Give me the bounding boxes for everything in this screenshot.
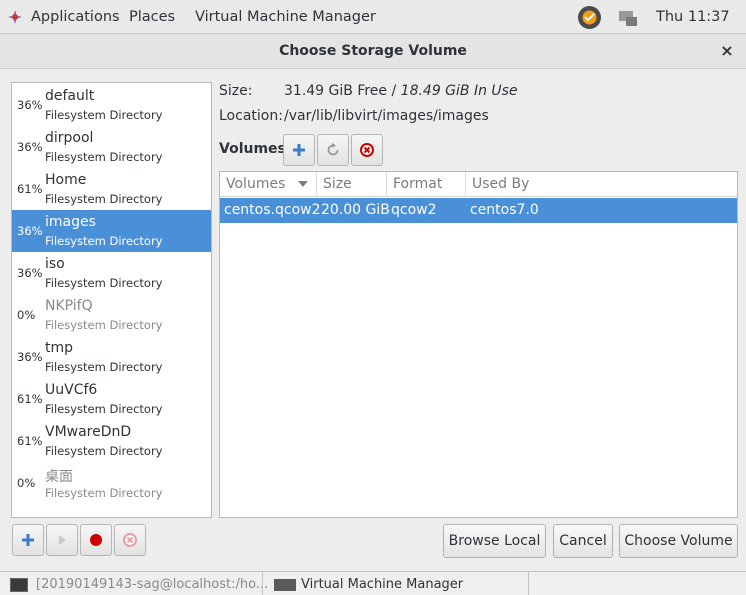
pool-usage: 36% xyxy=(17,98,43,112)
table-row[interactable]: centos.qcow2 20.00 GiB qcow2 centos7.0 xyxy=(220,198,737,223)
top-panel: Applications Places Virtual Machine Mana… xyxy=(0,0,746,34)
applications-menu[interactable]: Applications xyxy=(31,0,120,34)
volume-table[interactable]: Volumes Size Format Used By centos.qcow2… xyxy=(219,171,738,518)
pool-type: Filesystem Directory xyxy=(45,234,163,248)
places-menu[interactable]: Places xyxy=(129,0,175,34)
size-separator: / xyxy=(387,83,401,99)
size-used: 18.49 GiB In Use xyxy=(400,83,518,99)
table-header: Volumes Size Format Used By xyxy=(220,172,737,197)
pool-item-nkpifq[interactable]: 0% NKPifQ Filesystem Directory xyxy=(12,294,211,336)
taskbar-item-terminal[interactable]: [20190149143-sag@localhost:/ho... xyxy=(36,572,268,595)
column-header-used-by[interactable]: Used By xyxy=(466,172,737,197)
pool-name: iso xyxy=(45,256,65,272)
pool-type: Filesystem Directory xyxy=(45,360,163,374)
pool-type: Filesystem Directory xyxy=(45,318,163,332)
column-header-size[interactable]: Size xyxy=(317,172,387,197)
delete-icon xyxy=(360,143,374,157)
pool-name: dirpool xyxy=(45,130,94,146)
pool-name: Home xyxy=(45,172,87,188)
pool-type: Filesystem Directory xyxy=(45,486,163,500)
pool-type: Filesystem Directory xyxy=(45,192,163,206)
location-value: /var/lib/libvirt/images/images xyxy=(284,108,489,124)
clock[interactable]: Thu 11:37 xyxy=(656,0,730,34)
add-pool-button[interactable] xyxy=(12,524,44,556)
pool-item-images[interactable]: 36% images Filesystem Directory xyxy=(12,210,211,252)
choose-storage-volume-dialog: Choose Storage Volume × 36% default File… xyxy=(0,34,746,571)
pool-name: tmp xyxy=(45,340,74,356)
pool-name: UuVCf6 xyxy=(45,382,98,398)
pool-type: Filesystem Directory xyxy=(45,108,163,122)
vmm-icon xyxy=(274,579,296,591)
delete-pool-button[interactable] xyxy=(114,524,146,556)
sort-down-icon xyxy=(298,181,308,187)
pool-type: Filesystem Directory xyxy=(45,444,163,458)
stop-icon xyxy=(90,534,102,546)
location-label: Location: xyxy=(219,108,283,124)
plus-icon xyxy=(22,534,34,546)
pool-usage: 36% xyxy=(17,224,43,238)
pool-usage: 0% xyxy=(17,476,36,490)
pool-usage: 36% xyxy=(17,266,43,280)
volumes-label: Volumes xyxy=(219,141,286,157)
plus-icon xyxy=(293,144,305,156)
pool-item-desktop[interactable]: 0% 桌面 Filesystem Directory xyxy=(12,462,211,504)
pool-type: Filesystem Directory xyxy=(45,276,163,290)
size-value: 31.49 GiB Free / 18.49 GiB In Use xyxy=(284,83,518,99)
cancel-button[interactable]: Cancel xyxy=(553,524,613,558)
taskbar-separator xyxy=(262,572,263,595)
cell-volume: centos.qcow2 xyxy=(224,202,321,218)
pool-item-dirpool[interactable]: 36% dirpool Filesystem Directory xyxy=(12,126,211,168)
column-header-format[interactable]: Format xyxy=(387,172,466,197)
choose-volume-button[interactable]: Choose Volume xyxy=(619,524,738,558)
add-volume-button[interactable] xyxy=(283,134,315,166)
pool-usage: 61% xyxy=(17,392,43,406)
applications-icon[interactable] xyxy=(8,10,22,24)
dialog-titlebar: Choose Storage Volume × xyxy=(0,34,746,69)
size-free: 31.49 GiB Free xyxy=(284,83,388,99)
pool-usage: 61% xyxy=(17,434,43,448)
refresh-icon xyxy=(327,143,339,156)
dialog-title: Choose Storage Volume xyxy=(279,43,467,59)
pool-type: Filesystem Directory xyxy=(45,150,163,164)
taskbar-item-vmm[interactable]: Virtual Machine Manager xyxy=(301,572,463,595)
pool-name: 桌面 xyxy=(45,469,73,485)
pool-name: NKPifQ xyxy=(45,298,93,314)
size-label: Size: xyxy=(219,83,253,99)
pool-type: Filesystem Directory xyxy=(45,402,163,416)
play-icon xyxy=(59,535,66,545)
pool-usage: 36% xyxy=(17,140,43,154)
network-icon[interactable] xyxy=(617,7,639,29)
stop-pool-button[interactable] xyxy=(80,524,112,556)
taskbar-separator xyxy=(528,572,529,595)
pool-name: default xyxy=(45,88,95,104)
updates-icon[interactable] xyxy=(578,6,601,29)
delete-volume-button[interactable] xyxy=(351,134,383,166)
terminal-icon xyxy=(10,578,28,592)
refresh-volumes-button[interactable] xyxy=(317,134,349,166)
pool-item-iso[interactable]: 36% iso Filesystem Directory xyxy=(12,252,211,294)
pool-usage: 61% xyxy=(17,182,43,196)
cell-size: 20.00 GiB xyxy=(321,202,390,218)
close-icon[interactable]: × xyxy=(718,42,736,60)
pool-item-vmwarednd[interactable]: 61% VMwareDnD Filesystem Directory xyxy=(12,420,211,462)
start-pool-button[interactable] xyxy=(46,524,78,556)
pool-item-uuvcf6[interactable]: 61% UuVCf6 Filesystem Directory xyxy=(12,378,211,420)
pool-item-default[interactable]: 36% default Filesystem Directory xyxy=(12,84,211,126)
column-header-volumes[interactable]: Volumes xyxy=(220,172,317,197)
pool-name: VMwareDnD xyxy=(45,424,132,440)
pool-item-home[interactable]: 61% Home Filesystem Directory xyxy=(12,168,211,210)
storage-pool-list[interactable]: 36% default Filesystem Directory 36% dir… xyxy=(11,82,212,518)
pool-usage: 0% xyxy=(17,308,36,322)
pool-name: images xyxy=(45,214,96,230)
browse-local-button[interactable]: Browse Local xyxy=(443,524,546,558)
cell-used-by: centos7.0 xyxy=(470,202,539,218)
delete-icon xyxy=(123,533,137,547)
app-menu[interactable]: Virtual Machine Manager xyxy=(195,0,376,34)
cell-format: qcow2 xyxy=(391,202,437,218)
pool-usage: 36% xyxy=(17,350,43,364)
taskbar: [20190149143-sag@localhost:/ho... Virtua… xyxy=(0,571,746,595)
pool-item-tmp[interactable]: 36% tmp Filesystem Directory xyxy=(12,336,211,378)
